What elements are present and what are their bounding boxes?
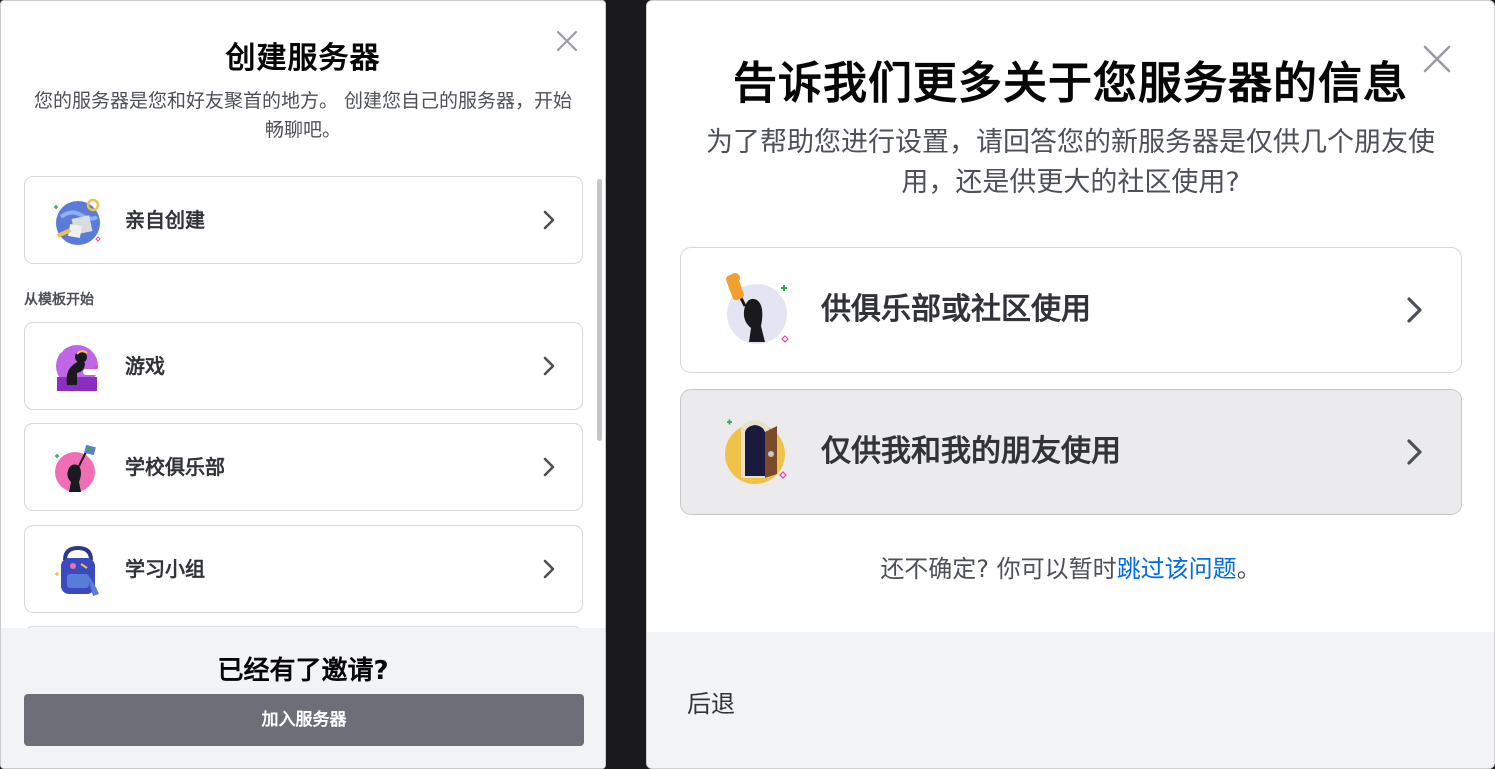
back-button[interactable]: 后退 [687, 684, 735, 719]
chevron-right-icon [1407, 297, 1422, 323]
server-info-modal: 告诉我们更多关于您服务器的信息 为了帮助您进行设置，请回答您的新服务器是仅供几个… [646, 0, 1495, 769]
club-community-option[interactable]: 供俱乐部或社区使用 [680, 247, 1462, 373]
template-gaming-option[interactable]: 游戏 [24, 322, 583, 410]
create-my-own-option[interactable]: 亲自创建 [24, 176, 583, 264]
modal-footer: 后退 [647, 632, 1494, 768]
unsure-suffix: 。 [1236, 555, 1261, 583]
modal-subtitle: 为了帮助您进行设置，请回答您的新服务器是仅供几个朋友使用，还是供更大的社区使用? [706, 127, 1435, 198]
modal-footer: 已经有了邀请? 加入服务器 [1, 628, 605, 768]
unsure-text: 还不确定? 你可以暂时跳过该问题。 [647, 549, 1494, 584]
scrollbar-thumb[interactable] [597, 179, 602, 441]
join-server-button[interactable]: 加入服务器 [24, 694, 584, 746]
modal-title: 告诉我们更多关于您服务器的信息 [733, 58, 1408, 109]
invite-heading: 已经有了邀请? [217, 656, 389, 686]
skip-question-link[interactable]: 跳过该问题 [1117, 555, 1237, 583]
chevron-right-icon [543, 457, 555, 477]
option-label: 仅供我和我的朋友使用 [821, 434, 1121, 469]
modal-title: 创建服务器 [225, 41, 381, 76]
create-server-modal: 创建服务器 您的服务器是您和好友聚首的地方。 创建您自己的服务器，开始畅聊吧。 … [0, 0, 606, 769]
friends-option[interactable]: 仅供我和我的朋友使用 [680, 389, 1462, 515]
unsure-prefix: 还不确定? 你可以暂时 [880, 555, 1117, 583]
gaming-icon [56, 345, 99, 391]
chevron-right-icon [1407, 439, 1422, 465]
section-label: 从模板开始 [24, 292, 94, 308]
option-label: 学校俱乐部 [125, 455, 225, 479]
option-label: 学习小组 [125, 557, 205, 581]
option-label: 亲自创建 [125, 208, 205, 232]
club-community-icon [726, 273, 789, 344]
school-club-icon [55, 444, 96, 492]
chevron-right-icon [543, 356, 555, 376]
globe-build-icon [54, 198, 101, 245]
template-school-club-option[interactable]: 学校俱乐部 [24, 423, 583, 511]
template-study-group-option[interactable]: 学习小组 [24, 525, 583, 613]
friends-door-icon [725, 419, 787, 484]
study-group-icon [55, 545, 99, 596]
option-label: 游戏 [125, 354, 165, 378]
chevron-right-icon [543, 210, 555, 230]
modal-subtitle: 您的服务器是您和好友聚首的地方。 创建您自己的服务器，开始畅聊吧。 [33, 90, 573, 141]
option-label: 供俱乐部或社区使用 [821, 292, 1091, 327]
chevron-right-icon [543, 559, 555, 579]
